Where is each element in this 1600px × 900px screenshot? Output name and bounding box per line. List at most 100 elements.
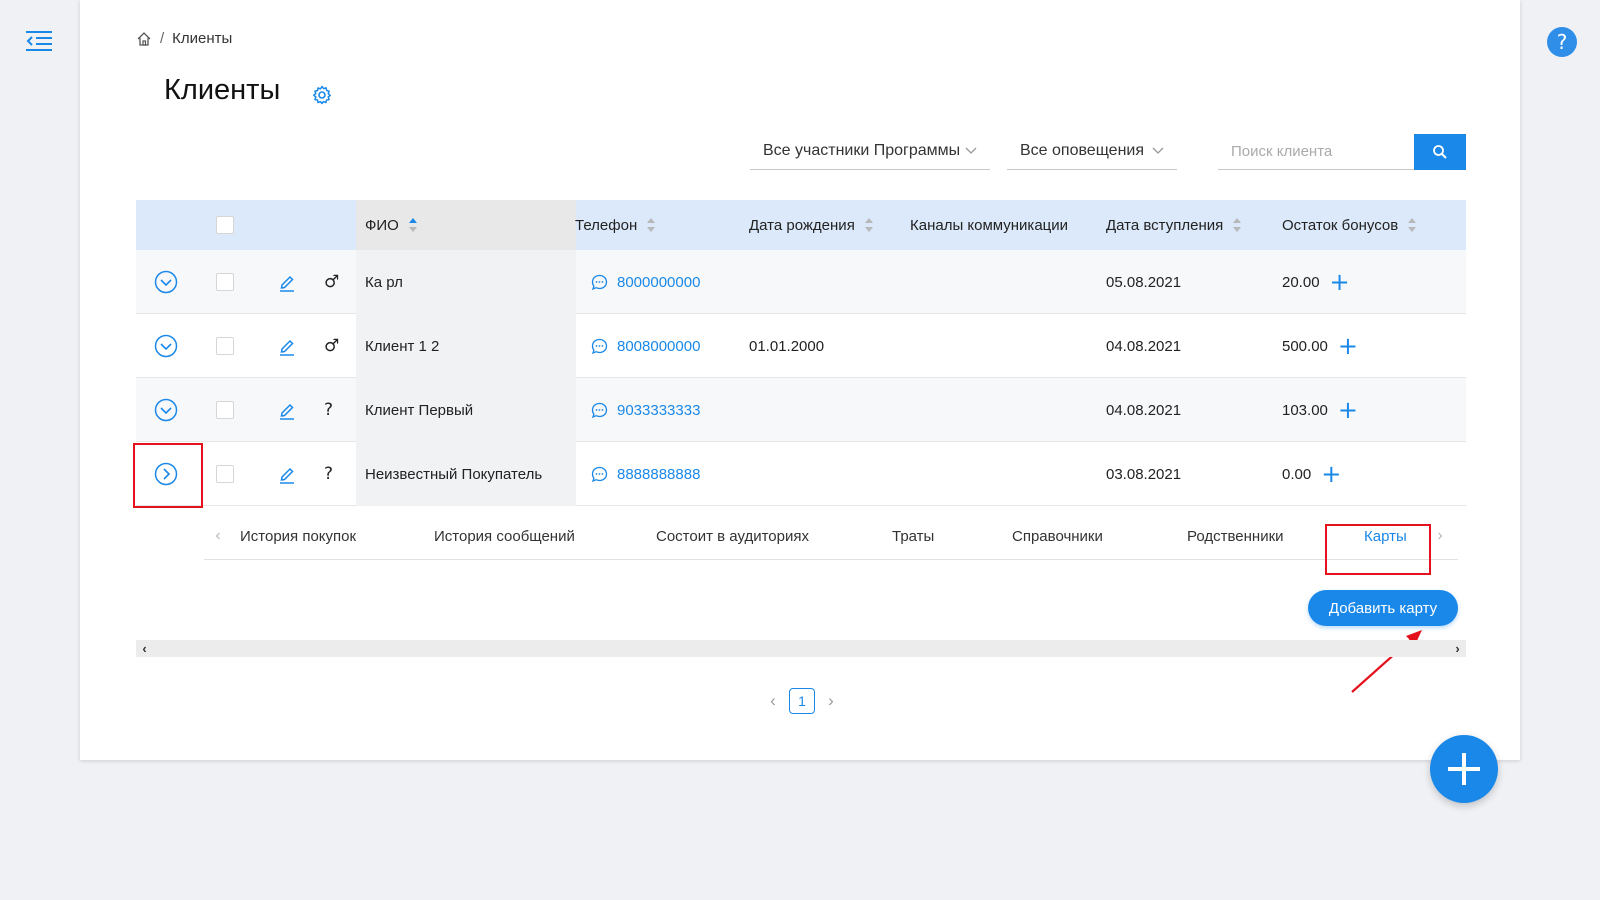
page-button[interactable]: 1 [789, 688, 815, 714]
column-bonus[interactable]: Остаток бонусов [1282, 200, 1417, 250]
edit-icon[interactable] [278, 400, 296, 420]
bonus-cell: 500.00 + [1282, 314, 1358, 378]
chevron-down-circle-icon[interactable] [154, 270, 178, 294]
horizontal-scrollbar[interactable]: ‹ › [136, 640, 1466, 657]
sort-icon[interactable] [1233, 218, 1242, 232]
plus-icon [1448, 753, 1480, 785]
tabs-scroll-left-icon[interactable]: ‹ [208, 526, 228, 546]
chevron-down-circle-icon[interactable] [154, 334, 178, 358]
birth-date: 01.01.2000 [749, 337, 825, 355]
phone-cell[interactable]: 8000000000 [591, 250, 700, 314]
clients-table: ФИО Телефон Дата рождения Каналы коммуни… [136, 200, 1466, 506]
tab-messages[interactable]: История сообщений [434, 512, 575, 560]
column-channels-label: Каналы коммуникации [910, 216, 1069, 234]
gender-icon: ? [324, 400, 334, 420]
chat-icon [591, 402, 608, 418]
phone-cell[interactable]: 8888888888 [591, 442, 700, 506]
scroll-right-icon[interactable]: › [1449, 640, 1466, 657]
tab-label: Траты [892, 527, 935, 545]
bonus-value: 20.00 [1282, 273, 1320, 291]
search-button[interactable] [1414, 134, 1466, 170]
phone-link[interactable]: 8008000000 [617, 338, 700, 355]
add-bonus-plus-icon[interactable]: + [1321, 462, 1341, 486]
gear-icon[interactable] [312, 85, 332, 105]
table-row: ? Неизвестный Покупатель 8888888888 03.0… [136, 442, 1466, 506]
client-name[interactable]: Ка рл [356, 250, 576, 314]
row-checkbox[interactable] [216, 273, 234, 291]
annotation-highlight-expand [133, 443, 203, 508]
bonus-cell: 103.00 + [1282, 378, 1358, 442]
tab-purchases[interactable]: История покупок [240, 512, 356, 560]
breadcrumb-current: Клиенты [172, 30, 233, 47]
row-checkbox[interactable] [216, 337, 234, 355]
bonus-value: 500.00 [1282, 337, 1328, 355]
breadcrumb: / Клиенты [136, 30, 232, 47]
column-fio-label: ФИО [365, 216, 399, 234]
menu-toggle-icon[interactable] [25, 30, 53, 54]
home-icon[interactable] [136, 31, 152, 47]
phone-cell[interactable]: 8008000000 [591, 314, 700, 378]
column-birth[interactable]: Дата рождения [749, 200, 873, 250]
add-bonus-plus-icon[interactable]: + [1338, 334, 1358, 358]
chat-icon [591, 338, 608, 354]
gender-icon: ♂ [324, 272, 340, 292]
column-joined[interactable]: Дата вступления [1106, 200, 1242, 250]
table-body: ♂ Ка рл 8000000000 05.08.2021 20.00 + ♂ … [136, 250, 1466, 506]
row-checkbox[interactable] [216, 401, 234, 419]
help-button[interactable]: ? [1547, 27, 1577, 57]
phone-link[interactable]: 8000000000 [617, 274, 700, 291]
tabs-scroll-right-icon[interactable]: › [1430, 526, 1450, 546]
tab-references[interactable]: Справочники [1012, 512, 1103, 560]
sort-icon[interactable] [408, 218, 417, 232]
tab-label: Состоит в аудиториях [656, 527, 809, 545]
tab-relatives[interactable]: Родственники [1187, 512, 1284, 560]
column-fio[interactable]: ФИО [356, 200, 576, 250]
gender-icon: ? [324, 464, 334, 484]
sort-icon[interactable] [864, 218, 873, 232]
phone-cell[interactable]: 9033333333 [591, 378, 700, 442]
phone-link[interactable]: 9033333333 [617, 402, 700, 419]
phone-link[interactable]: 8888888888 [617, 466, 700, 483]
client-name[interactable]: Неизвестный Покупатель [356, 442, 576, 506]
join-date: 05.08.2021 [1106, 273, 1182, 291]
column-phone[interactable]: Телефон [575, 200, 656, 250]
annotation-highlight-cards-tab [1325, 524, 1431, 575]
row-checkbox[interactable] [216, 465, 234, 483]
tab-label: История сообщений [434, 527, 575, 545]
prev-page-icon[interactable]: ‹ [767, 688, 779, 714]
chevron-down-circle-icon[interactable] [154, 398, 178, 422]
chevron-down-icon [965, 147, 977, 154]
tab-label: Родственники [1187, 527, 1284, 545]
column-birth-label: Дата рождения [749, 216, 855, 234]
next-page-icon[interactable]: › [825, 688, 837, 714]
client-name[interactable]: Клиент Первый [356, 378, 576, 442]
client-name[interactable]: Клиент 1 2 [356, 314, 576, 378]
column-phone-label: Телефон [575, 216, 638, 234]
add-client-fab[interactable] [1430, 735, 1498, 803]
select-all-checkbox[interactable] [216, 216, 234, 234]
bonus-cell: 0.00 + [1282, 442, 1341, 506]
edit-icon[interactable] [278, 464, 296, 484]
sort-icon[interactable] [647, 218, 656, 232]
bonus-cell: 20.00 + [1282, 250, 1350, 314]
participants-filter[interactable]: Все участники Программы [750, 132, 990, 170]
notifications-filter[interactable]: Все оповещения [1007, 132, 1177, 170]
add-bonus-plus-icon[interactable]: + [1338, 398, 1358, 422]
add-card-button[interactable]: Добавить карту [1308, 590, 1458, 626]
search-input[interactable] [1218, 134, 1414, 170]
tab-spending[interactable]: Траты [892, 512, 934, 560]
scroll-left-icon[interactable]: ‹ [136, 640, 153, 657]
join-date: 04.08.2021 [1106, 337, 1182, 355]
add-bonus-plus-icon[interactable]: + [1330, 270, 1350, 294]
column-channels: Каналы коммуникации [910, 200, 1068, 250]
table-row: ? Клиент Первый 9033333333 04.08.2021 10… [136, 378, 1466, 442]
tab-label: Справочники [1012, 527, 1103, 545]
sort-icon[interactable] [1408, 218, 1417, 232]
client-details-tabs: ‹ История покупок История сообщений Сост… [204, 512, 1458, 560]
tab-audiences[interactable]: Состоит в аудиториях [656, 512, 809, 560]
participants-filter-value: Все участники Программы [763, 141, 961, 159]
edit-icon[interactable] [278, 336, 296, 356]
edit-icon[interactable] [278, 272, 296, 292]
pagination: ‹ 1 › [767, 688, 837, 714]
column-bonus-label: Остаток бонусов [1282, 216, 1399, 234]
